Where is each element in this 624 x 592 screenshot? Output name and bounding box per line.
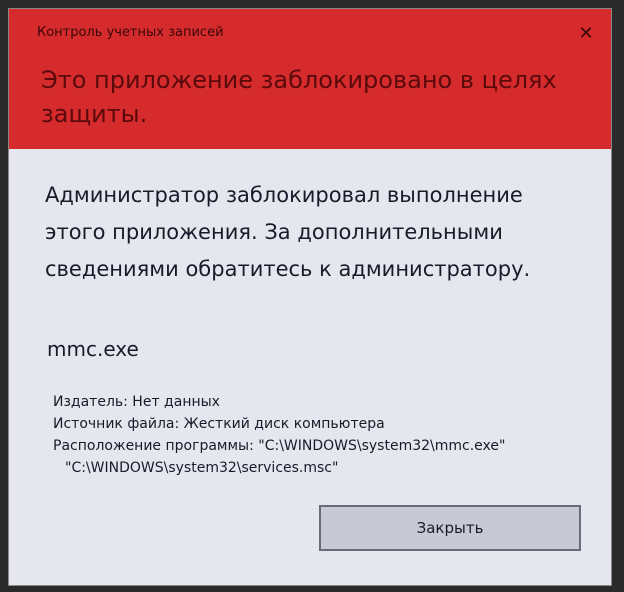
publisher-text: Издатель: Нет данных (53, 394, 220, 410)
uac-dialog: Контроль учетных записей ✕ Это приложени… (8, 8, 612, 586)
file-source-text: Источник файла: Жесткий диск компьютера (53, 416, 385, 432)
program-location-argument: "C:\WINDOWS\system32\services.msc" (65, 460, 339, 476)
screen-background: Контроль учетных записей ✕ Это приложени… (0, 0, 624, 592)
header-title: Это приложение заблокировано в целях защ… (41, 66, 557, 128)
close-icon[interactable]: ✕ (575, 23, 597, 45)
close-button[interactable]: Закрыть (319, 505, 581, 551)
dialog-header: Контроль учетных записей ✕ Это приложени… (9, 9, 611, 149)
window-title: Контроль учетных записей (37, 25, 224, 40)
details-block: Издатель: Нет данных Источник файла: Жес… (53, 391, 593, 479)
app-name: mmc.exe (47, 337, 139, 361)
program-location-text: Расположение программы: "C:\WINDOWS\syst… (53, 438, 506, 454)
blocked-message: Администратор заблокировал выполнение эт… (45, 183, 531, 281)
